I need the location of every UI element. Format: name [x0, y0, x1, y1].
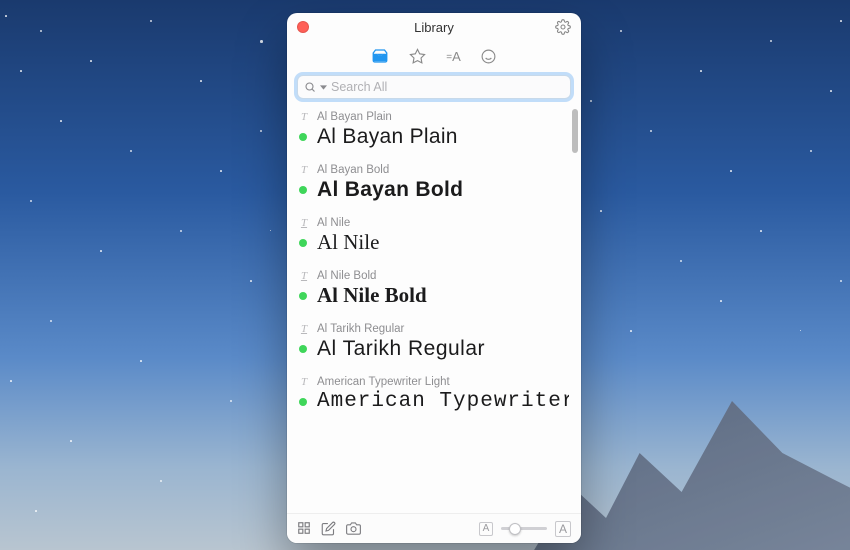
font-name-label: Al Nile Bold — [317, 270, 376, 282]
active-status-dot — [299, 186, 307, 194]
font-name-label: Al Tarikh Regular — [317, 323, 404, 335]
slider-knob[interactable] — [509, 523, 521, 535]
search-row — [287, 71, 581, 105]
font-preview: Al Tarikh Regular — [317, 337, 485, 360]
traffic-lights — [297, 21, 309, 33]
font-name-label: American Typewriter Light — [317, 376, 450, 388]
tab-favorites[interactable] — [409, 48, 426, 65]
font-format-icon: T — [299, 164, 309, 176]
font-preview: Al Nile — [317, 231, 379, 254]
compose-icon — [321, 521, 336, 536]
active-status-dot — [299, 398, 307, 406]
font-row[interactable]: T American Typewriter Light American Typew… — [287, 370, 581, 423]
close-button[interactable] — [297, 21, 309, 33]
font-row[interactable]: T Al Bayan Plain Al Bayan Plain — [287, 105, 581, 158]
tab-emoji[interactable] — [480, 48, 497, 65]
chevron-down-icon — [320, 84, 327, 91]
settings-button[interactable] — [555, 19, 571, 35]
star-icon — [409, 48, 426, 65]
active-status-dot — [299, 133, 307, 141]
tray-icon — [371, 47, 389, 65]
font-preview: Al Bayan Bold — [317, 178, 463, 201]
font-preview: American Typewriter Li — [317, 390, 569, 413]
size-large-button[interactable]: A — [555, 521, 571, 537]
font-format-icon: T — [299, 376, 309, 388]
active-status-dot — [299, 239, 307, 247]
smile-icon — [480, 48, 497, 65]
font-name-label: Al Bayan Plain — [317, 111, 392, 123]
search-input[interactable] — [331, 80, 564, 94]
grid-icon — [297, 521, 311, 535]
tab-compare[interactable]: =A — [446, 50, 460, 63]
size-small-button[interactable]: A — [479, 522, 493, 536]
search-field[interactable] — [297, 75, 571, 99]
footer-toolbar: A A — [287, 513, 581, 543]
font-format-icon: T — [299, 111, 309, 123]
font-row[interactable]: T Al Nile Bold Al Nile Bold — [287, 264, 581, 317]
search-icon — [304, 81, 316, 93]
compose-button[interactable] — [321, 521, 336, 536]
camera-button[interactable] — [346, 521, 361, 536]
font-row[interactable]: T Al Tarikh Regular Al Tarikh Regular — [287, 317, 581, 370]
tab-library[interactable] — [371, 47, 389, 65]
font-preview: Al Bayan Plain — [317, 125, 458, 148]
camera-icon — [346, 521, 361, 536]
window-title: Library — [414, 20, 454, 35]
font-format-icon: T — [299, 217, 309, 229]
font-row[interactable]: T Al Bayan Bold Al Bayan Bold — [287, 158, 581, 211]
font-format-icon: T — [299, 323, 309, 335]
search-scope-chevron[interactable] — [320, 84, 327, 91]
gear-icon — [555, 19, 571, 35]
scrollbar-thumb[interactable] — [572, 109, 578, 153]
font-format-icon: T — [299, 270, 309, 282]
tab-bar: =A — [287, 41, 581, 71]
active-status-dot — [299, 345, 307, 353]
font-name-label: Al Bayan Bold — [317, 164, 389, 176]
view-grid-button[interactable] — [297, 521, 311, 536]
compare-icon: =A — [446, 50, 460, 63]
library-window: Library =A TAl Bayan PlainAl — [287, 13, 581, 543]
preview-size-slider[interactable] — [501, 527, 547, 530]
font-list: T Al Bayan Plain Al Bayan Plain T Al Bayan B… — [287, 105, 581, 513]
font-name-label: Al Nile — [317, 217, 350, 229]
font-row[interactable]: T Al Nile Al Nile — [287, 211, 581, 264]
font-preview: Al Nile Bold — [317, 284, 427, 307]
titlebar: Library — [287, 13, 581, 41]
active-status-dot — [299, 292, 307, 300]
